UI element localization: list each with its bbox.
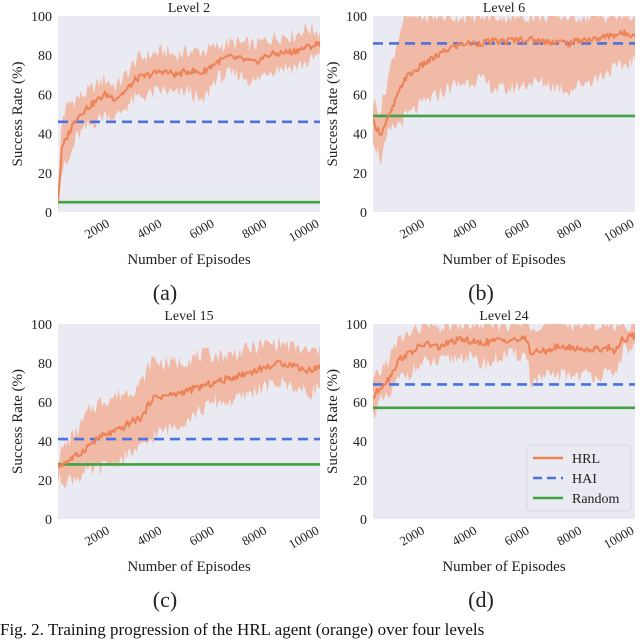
- panel-b: 0 20 40 60 80 100 2000 4000 6000 8000 10000 Level 6…: [325, 1, 637, 305]
- legend-label-hai: HAI: [572, 472, 597, 487]
- y-axis-label: Success Rate (%): [10, 369, 26, 474]
- x-tick-label: 10000: [601, 216, 637, 245]
- panel-title: Level 24: [479, 309, 528, 324]
- y-tick-label: 40: [38, 128, 52, 143]
- y-axis-label: Success Rate (%): [325, 369, 341, 474]
- y-tick-label: 80: [38, 357, 52, 372]
- x-tick-label: 6000: [187, 216, 217, 242]
- x-tick-label: 6000: [502, 216, 532, 242]
- x-tick-label: 4000: [134, 523, 164, 549]
- y-tick-label: 60: [38, 88, 52, 103]
- y-axis-label: Success Rate (%): [325, 62, 341, 167]
- x-tick-label: 10000: [286, 216, 322, 245]
- figure-caption: Fig. 2. Training progression of the HRL …: [0, 620, 485, 639]
- x-axis-label: Number of Episodes: [127, 252, 250, 268]
- x-tick-label: 6000: [502, 523, 532, 549]
- y-tick-label: 20: [353, 474, 367, 489]
- y-tick-label: 60: [38, 396, 52, 411]
- y-tick-label: 80: [353, 357, 367, 372]
- y-tick-label: 0: [45, 206, 52, 221]
- legend-label-random: Random: [572, 492, 620, 507]
- panel-label: (d): [468, 587, 494, 612]
- x-tick-label: 8000: [239, 523, 269, 549]
- y-tick-label: 20: [38, 474, 52, 489]
- x-tick-label: 2000: [82, 523, 112, 549]
- panel-title: Level 2: [168, 1, 210, 16]
- panel-label: (a): [153, 280, 177, 305]
- y-tick-label: 60: [353, 88, 367, 103]
- y-tick-label: 100: [31, 318, 52, 333]
- panel-label: (b): [468, 280, 494, 305]
- figure: 0204060801002000 4000 6000 8000 10000Level 2…: [10, 1, 637, 612]
- legend: HRL HAI Random: [526, 444, 632, 512]
- panel-title: Level 6: [483, 1, 525, 16]
- y-tick-label: 20: [353, 167, 367, 182]
- x-tick-label: 2000: [397, 216, 427, 242]
- x-tick-label: 2000: [82, 216, 112, 242]
- y-tick-label: 0: [45, 513, 52, 528]
- y-tick-label: 60: [353, 396, 367, 411]
- x-axis-label: Number of Episodes: [127, 559, 250, 575]
- y-tick-label: 40: [38, 435, 52, 450]
- x-tick-label: 6000: [187, 523, 217, 549]
- x-tick-label: 4000: [134, 216, 164, 242]
- x-tick-label: 2000: [397, 523, 427, 549]
- y-tick-label: 100: [346, 10, 367, 25]
- x-axis-label: Number of Episodes: [442, 252, 565, 268]
- x-axis-label: Number of Episodes: [442, 559, 565, 575]
- x-tick-label: 4000: [449, 216, 479, 242]
- y-tick-label: 20: [38, 167, 52, 182]
- y-tick-label: 80: [353, 49, 367, 64]
- y-axis-label: Success Rate (%): [10, 62, 26, 167]
- x-tick-label: 8000: [554, 523, 584, 549]
- x-tick-label: 10000: [286, 523, 322, 552]
- y-tick-label: 40: [353, 128, 367, 143]
- x-tick-label: 8000: [554, 216, 584, 242]
- x-tick-label: 10000: [601, 523, 637, 552]
- y-tick-label: 80: [38, 49, 52, 64]
- x-tick-label: 8000: [239, 216, 269, 242]
- panel-a: 0 20 40 60 80 100 2000 4000 6000 8000 10000 Level 2…: [10, 1, 322, 305]
- panel-c: 0 20 40 60 80 100 2000 4000 6000 8000 10000 Level 1…: [10, 309, 322, 612]
- y-tick-label: 0: [360, 206, 367, 221]
- panel-label: (c): [153, 587, 177, 612]
- y-tick-label: 100: [346, 318, 367, 333]
- panel-title: Level 15: [164, 309, 213, 324]
- x-tick-label: 4000: [449, 523, 479, 549]
- y-tick-label: 100: [31, 10, 52, 25]
- legend-label-hrl: HRL: [572, 452, 600, 467]
- y-tick-label: 0: [360, 513, 367, 528]
- y-tick-label: 40: [353, 435, 367, 450]
